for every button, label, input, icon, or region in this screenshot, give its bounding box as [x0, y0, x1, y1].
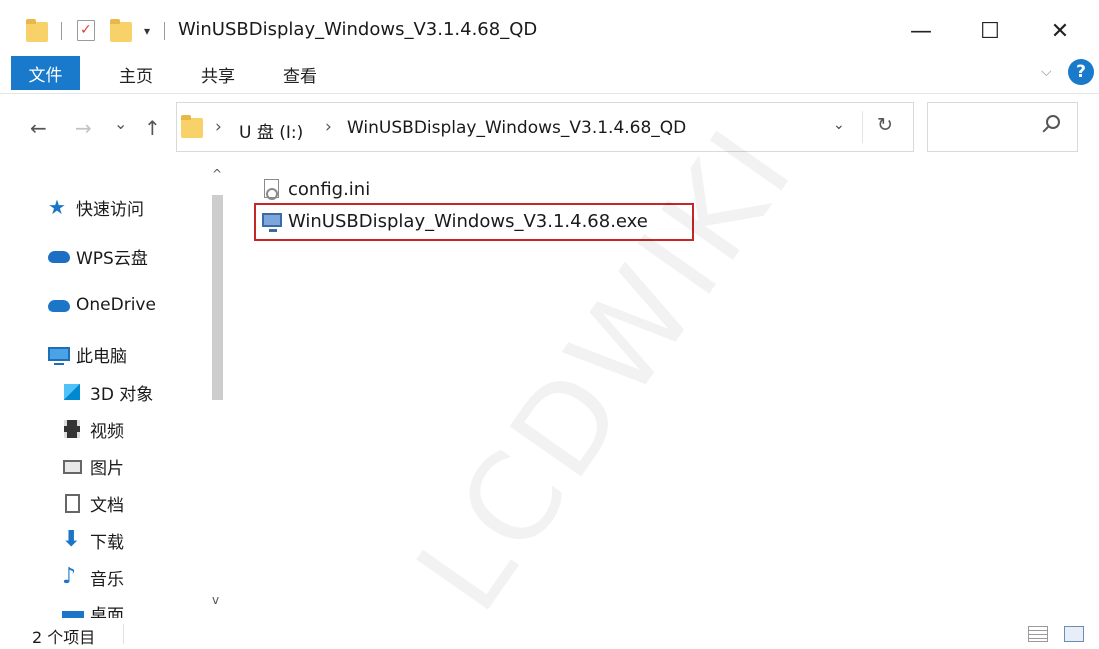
close-button[interactable]: ✕	[1037, 12, 1083, 50]
cloud-icon	[48, 246, 70, 266]
window-title: WinUSBDisplay_Windows_V3.1.4.68_QD	[178, 19, 538, 40]
tab-share[interactable]: 共享	[201, 62, 235, 87]
breadcrumb-folder[interactable]: WinUSBDisplay_Windows_V3.1.4.68_QD	[347, 118, 686, 138]
ini-file-icon	[262, 179, 282, 200]
scroll-up-icon[interactable]: ^	[212, 167, 222, 181]
list-item[interactable]: config.ini	[262, 175, 370, 203]
properties-icon[interactable]: ✓	[77, 20, 95, 41]
minimize-button[interactable]: —	[898, 12, 944, 50]
address-bar[interactable]: › U 盘 (I:) › WinUSBDisplay_Windows_V3.1.…	[176, 102, 914, 152]
sidebar-item-pictures[interactable]: 图片	[62, 452, 124, 480]
sidebar-item-label: 3D 对象	[90, 384, 154, 405]
video-icon	[62, 419, 82, 439]
back-button[interactable]: ←	[30, 116, 47, 140]
sidebar-item-label: WPS云盘	[76, 248, 148, 269]
cube-icon	[62, 382, 82, 402]
cloud-icon	[48, 295, 70, 315]
sidebar-item-label: 音乐	[90, 569, 124, 590]
status-bar: 2 个项目	[0, 618, 1099, 649]
navigation-pane-scrollbar[interactable]: ^ v	[206, 165, 230, 617]
sidebar-item-label: 桌面	[90, 605, 124, 619]
search-box[interactable]	[927, 102, 1078, 152]
divider	[164, 22, 165, 40]
scrollbar-thumb[interactable]	[212, 195, 223, 400]
title-bar: ✓ ▾ WinUSBDisplay_Windows_V3.1.4.68_QD —…	[0, 0, 1099, 54]
breadcrumb-drive[interactable]: U 盘 (I:)	[239, 118, 303, 143]
forward-button[interactable]: →	[75, 116, 92, 140]
recent-locations-icon[interactable]: ⌄	[114, 114, 127, 133]
breadcrumb-separator[interactable]: ›	[325, 117, 332, 137]
details-view-icon[interactable]	[1028, 626, 1048, 642]
divider	[123, 624, 124, 644]
scroll-down-icon[interactable]: v	[212, 593, 219, 607]
help-icon[interactable]: ?	[1068, 59, 1094, 85]
tab-view[interactable]: 查看	[283, 62, 317, 87]
divider	[61, 22, 62, 40]
maximize-button[interactable]: ☐	[967, 12, 1013, 50]
quick-access-dropdown-icon[interactable]: ▾	[144, 24, 150, 38]
computer-icon	[48, 344, 70, 365]
file-name: config.ini	[288, 178, 371, 200]
sidebar-item-music[interactable]: ♪ 音乐	[62, 563, 124, 591]
folder-icon	[26, 19, 48, 42]
sidebar-item-onedrive[interactable]: OneDrive	[48, 291, 156, 319]
navigation-pane: ★ 快速访问 WPS云盘 OneDrive 此电脑 3D 对象 视频 图片 文档…	[0, 165, 232, 618]
tab-home[interactable]: 主页	[119, 62, 153, 87]
item-count: 2 个项目	[32, 628, 96, 647]
large-icons-view-icon[interactable]	[1064, 626, 1084, 642]
sidebar-item-wps-cloud[interactable]: WPS云盘	[48, 242, 148, 270]
tab-file[interactable]: 文件	[11, 56, 80, 90]
ribbon-collapse-icon[interactable]: ⌵	[1041, 64, 1052, 80]
sidebar-item-3d-objects[interactable]: 3D 对象	[62, 378, 153, 406]
sidebar-item-desktop[interactable]: 桌面	[62, 599, 124, 618]
sidebar-item-label: OneDrive	[76, 295, 156, 315]
sidebar-item-downloads[interactable]: ⬇ 下载	[62, 526, 124, 554]
refresh-icon[interactable]: ↻	[877, 114, 893, 136]
sidebar-item-label: 文档	[90, 495, 124, 516]
picture-icon	[62, 456, 82, 476]
desktop-icon	[62, 603, 84, 618]
new-folder-icon[interactable]	[110, 19, 132, 42]
sidebar-item-videos[interactable]: 视频	[62, 415, 124, 443]
address-dropdown-icon[interactable]: ⌄	[833, 117, 845, 133]
sidebar-item-label: 图片	[90, 458, 124, 479]
document-icon	[62, 493, 82, 513]
divider	[862, 111, 863, 143]
star-icon: ★	[48, 195, 66, 219]
search-icon[interactable]	[1046, 115, 1060, 129]
up-button[interactable]: ↑	[144, 116, 161, 140]
download-icon: ⬇	[62, 527, 81, 552]
sidebar-item-label: 下载	[90, 532, 124, 553]
sidebar-item-this-pc[interactable]: 此电脑	[48, 340, 127, 368]
ribbon-tabs: 文件 主页 共享 查看 ⌵ ?	[0, 56, 1099, 94]
sidebar-item-quick-access[interactable]: ★ 快速访问	[48, 193, 144, 221]
sidebar-item-documents[interactable]: 文档	[62, 489, 124, 517]
highlight-box	[254, 203, 694, 241]
sidebar-item-label: 此电脑	[76, 346, 127, 367]
breadcrumb-separator[interactable]: ›	[215, 117, 222, 137]
music-icon: ♪	[62, 564, 77, 589]
sidebar-item-label: 快速访问	[76, 199, 144, 220]
folder-icon	[181, 115, 203, 138]
sidebar-item-label: 视频	[90, 421, 124, 442]
